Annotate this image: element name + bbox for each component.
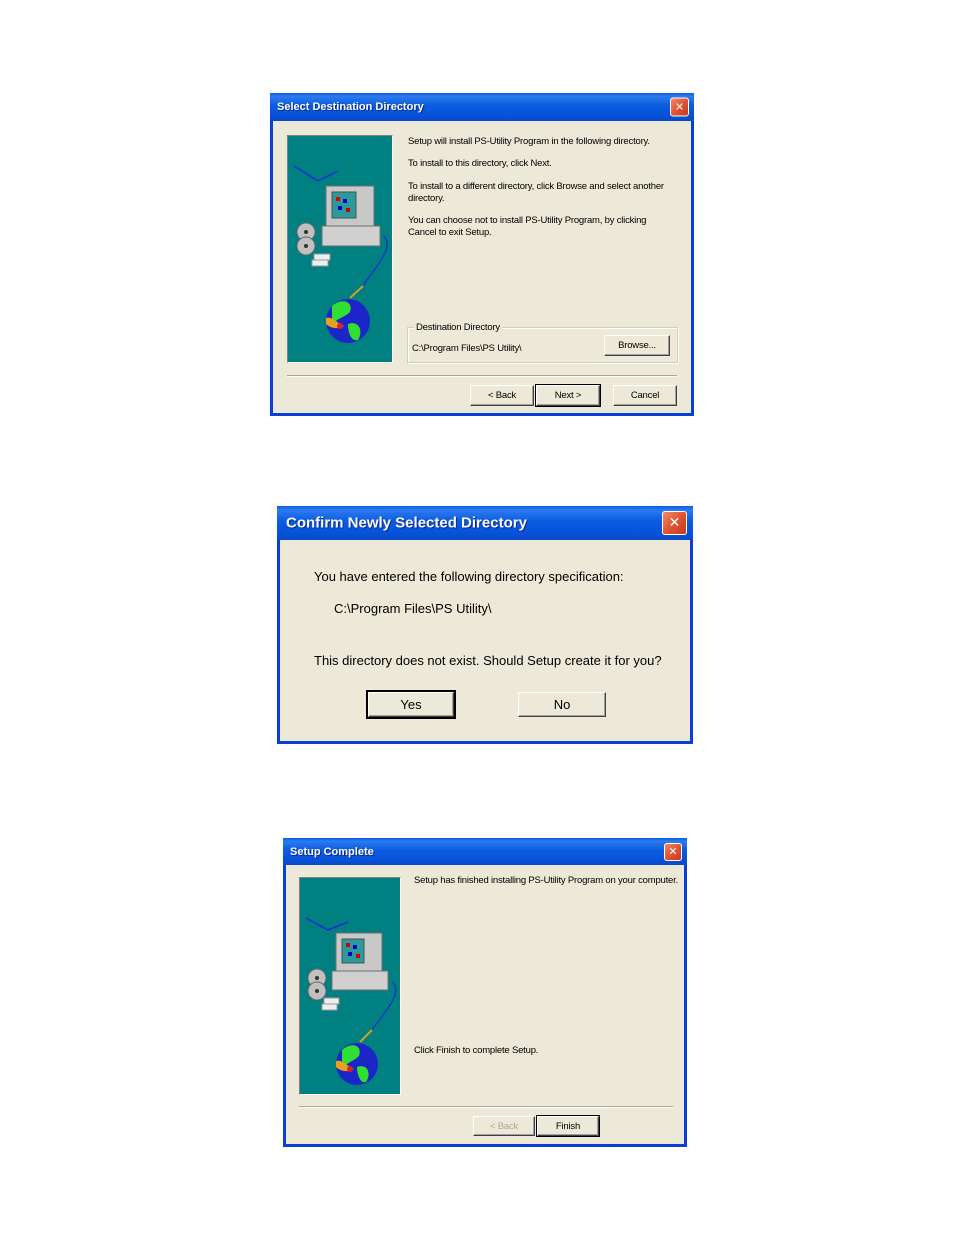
dialog-title: Confirm Newly Selected Directory bbox=[286, 514, 527, 532]
title-bar[interactable]: Setup Complete ✕ bbox=[283, 838, 687, 865]
message-line: To install to this directory, click Next… bbox=[408, 158, 552, 169]
close-button[interactable]: ✕ bbox=[662, 511, 687, 535]
finish-button[interactable]: Finish bbox=[536, 1115, 600, 1137]
message-text: This directory does not exist. Should Se… bbox=[314, 653, 662, 668]
title-bar[interactable]: Confirm Newly Selected Directory ✕ bbox=[277, 506, 693, 540]
message-line: You can choose not to install PS-Utility… bbox=[408, 215, 647, 226]
message-line: directory. bbox=[408, 193, 445, 204]
message-line: To install to a different directory, cli… bbox=[408, 181, 664, 192]
title-bar[interactable]: Select Destination Directory ✕ bbox=[270, 93, 694, 121]
message-text: You have entered the following directory… bbox=[314, 569, 624, 584]
close-button[interactable]: ✕ bbox=[664, 842, 682, 861]
back-button[interactable]: < Back bbox=[470, 385, 534, 406]
divider bbox=[287, 375, 677, 377]
select-destination-dialog: Select Destination Directory ✕ Setup wil… bbox=[270, 93, 694, 416]
next-button[interactable]: Next > bbox=[535, 384, 601, 407]
computer-globe-icon bbox=[305, 917, 397, 1085]
message-text: Setup has finished installing PS-Utility… bbox=[414, 875, 679, 886]
setup-complete-dialog: Setup Complete ✕ Setup has finished inst… bbox=[283, 838, 687, 1147]
message-text: Click Finish to complete Setup. bbox=[414, 1045, 539, 1056]
cancel-button[interactable]: Cancel bbox=[613, 385, 677, 406]
confirm-directory-dialog: Confirm Newly Selected Directory ✕ You h… bbox=[277, 506, 693, 744]
setup-illustration bbox=[287, 135, 393, 363]
no-label: No bbox=[553, 697, 571, 712]
finish-label: Finish bbox=[555, 1120, 581, 1132]
message-line: Setup will install PS-Utility Program in… bbox=[408, 136, 650, 147]
close-icon: ✕ bbox=[668, 845, 678, 858]
back-label: < Back bbox=[489, 1120, 519, 1132]
group-label: Destination Directory bbox=[414, 322, 502, 333]
dialog-title: Select Destination Directory bbox=[277, 101, 424, 113]
cancel-label: Cancel bbox=[630, 390, 660, 401]
close-button[interactable]: ✕ bbox=[670, 97, 689, 117]
back-label: < Back bbox=[487, 390, 517, 401]
yes-button[interactable]: Yes bbox=[366, 690, 456, 719]
close-icon: ✕ bbox=[668, 515, 681, 531]
setup-illustration bbox=[299, 877, 401, 1095]
divider bbox=[299, 1106, 673, 1108]
browse-button[interactable]: Browse... bbox=[604, 335, 670, 356]
directory-path: C:\Program Files\PS Utility\ bbox=[334, 601, 492, 616]
no-button[interactable]: No bbox=[518, 692, 606, 717]
directory-path: C:\Program Files\PS Utility\ bbox=[412, 343, 522, 354]
dialog-title: Setup Complete bbox=[290, 845, 374, 858]
message-line: Cancel to exit Setup. bbox=[408, 227, 492, 238]
yes-label: Yes bbox=[400, 697, 422, 712]
back-button[interactable]: < Back bbox=[473, 1116, 535, 1136]
next-label: Next > bbox=[554, 390, 582, 401]
close-icon: ✕ bbox=[674, 100, 685, 114]
browse-label: Browse... bbox=[618, 340, 656, 351]
computer-globe-icon bbox=[293, 165, 388, 343]
